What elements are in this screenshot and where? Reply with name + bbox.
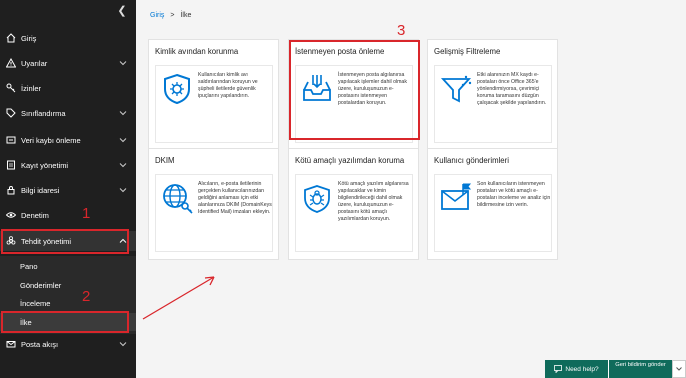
card-body: Etki alanınızın MX kaydı e-postaları önc… (434, 65, 552, 143)
chevron-down-icon (118, 108, 128, 118)
shield-icon (160, 72, 194, 106)
annotation-number-3: 3 (397, 22, 406, 39)
lock-icon (6, 185, 16, 195)
warning-icon (6, 58, 16, 68)
annotation-arrow (142, 276, 215, 320)
breadcrumb: Giriş > İlke (150, 12, 191, 19)
subnav-review[interactable]: İnceleme (0, 294, 136, 312)
card-title: Kimlik avından korunma (155, 47, 239, 56)
home-icon (6, 33, 16, 43)
nav-home[interactable]: Giriş (0, 28, 136, 48)
nav-label: Sınıflandırma (21, 108, 66, 118)
help-bar: Need help? Geri bildirim gönder (545, 360, 686, 378)
mail-flag-icon (439, 181, 473, 215)
key-icon (6, 83, 16, 93)
biohazard-icon (6, 236, 16, 246)
chevron-down-icon (118, 185, 128, 195)
card-title: Kötü amaçlı yazılımdan koruma (295, 156, 405, 165)
collapse-sidebar-button[interactable]: ❮ (114, 3, 130, 19)
breadcrumb-current: İlke (180, 12, 192, 19)
chevron-down-icon (676, 367, 682, 371)
dlp-icon (6, 135, 16, 145)
nav-label: Veri kaybı önleme (21, 135, 81, 145)
need-help-label: Need help? (565, 365, 599, 373)
nav-label: Denetim (21, 210, 49, 220)
nav-records[interactable]: Kayıt yönetimi (0, 155, 136, 175)
card-description: Kullanıcıları kimlik avı saldırılarından… (198, 72, 258, 99)
chat-icon (554, 365, 563, 373)
annotation-number-1: 1 (82, 205, 91, 222)
sidebar: ❮ Giriş Uyarılar İzinler Sınıflandırma V… (0, 0, 136, 378)
nav-label: Tehdit yönetimi (21, 236, 72, 246)
chevron-down-icon (118, 160, 128, 170)
nav-label: Uyarılar (21, 58, 48, 68)
card-title: Gelişmiş Filtreleme (434, 47, 501, 56)
nav-label: Giriş (21, 33, 37, 43)
nav-label: İzinler (21, 83, 42, 93)
card-dkim[interactable]: DKIM Alıcıların, e-posta iletilerinin ge… (148, 148, 279, 260)
chevron-down-icon (118, 58, 128, 68)
card-description: Kötü amaçlı yazılım algılanırsa yapılaca… (338, 181, 409, 222)
annotation-number-2: 2 (82, 288, 91, 305)
card-description: Son kullanıcıların istenmeyen postaları … (477, 181, 551, 208)
card-user-submissions[interactable]: Kullanıcı gönderimleri Son kullanıcıları… (427, 148, 558, 260)
nav-classification[interactable]: Sınıflandırma (0, 103, 136, 123)
need-help-button[interactable]: Need help? (545, 360, 608, 378)
records-icon (6, 160, 16, 170)
breadcrumb-home[interactable]: Giriş (150, 12, 164, 19)
card-enhanced-filtering[interactable]: Gelişmiş Filtreleme Etki alanınızın MX k… (427, 39, 558, 151)
nav-alerts[interactable]: Uyarılar (0, 53, 136, 73)
card-description: Alıcıların, e-posta iletilerinin gerçekt… (198, 181, 272, 215)
eye-icon (6, 210, 16, 220)
nav-permissions[interactable]: İzinler (0, 78, 136, 98)
chevron-down-icon (118, 339, 128, 349)
card-anti-spam[interactable]: İstenmeyen posta önleme İstenmeyen posta… (288, 39, 419, 151)
subnav-policy[interactable]: İlke (0, 313, 136, 331)
card-body: İstenmeyen posta algılanırsa yapılacak i… (295, 65, 413, 143)
card-body: Alıcıların, e-posta iletilerinin gerçekt… (155, 174, 273, 252)
card-anti-phishing[interactable]: Kimlik avından korunma Kullanıcıları kim… (148, 39, 279, 151)
nav-mail-flow[interactable]: Posta akışı (0, 334, 136, 354)
subnav-submissions[interactable]: Gönderimler (0, 276, 136, 294)
card-title: Kullanıcı gönderimleri (434, 156, 509, 165)
nav-threat-management[interactable]: Tehdit yönetimi (0, 231, 136, 251)
expand-help-button[interactable] (672, 360, 686, 378)
card-anti-malware[interactable]: Kötü amaçlı yazılımdan koruma Kötü amaçl… (288, 148, 419, 260)
mail-icon (6, 339, 16, 349)
bug-icon (300, 181, 334, 215)
chevron-up-icon (118, 236, 128, 246)
nav-label: Kayıt yönetimi (21, 160, 69, 170)
chevron-down-icon (118, 135, 128, 145)
card-title: İstenmeyen posta önleme (295, 47, 385, 56)
tag-icon (6, 108, 16, 118)
feedback-button[interactable]: Geri bildirim gönder (608, 360, 672, 378)
nav-audit[interactable]: Denetim (0, 205, 136, 225)
breadcrumb-separator: > (170, 12, 175, 19)
nav-label: Bilgi idaresi (21, 185, 60, 195)
nav-label: Posta akışı (21, 339, 59, 349)
card-title: DKIM (155, 156, 175, 165)
filter-icon (439, 72, 473, 106)
inbox-icon (300, 72, 334, 106)
subnav-dashboard[interactable]: Pano (0, 257, 136, 275)
nav-governance[interactable]: Bilgi idaresi (0, 180, 136, 200)
card-body: Kullanıcıları kimlik avı saldırılarından… (155, 65, 273, 143)
card-description: Etki alanınızın MX kaydı e-postaları önc… (477, 72, 547, 106)
nav-dlp[interactable]: Veri kaybı önleme (0, 130, 136, 150)
card-body: Kötü amaçlı yazılım algılanırsa yapılaca… (295, 174, 413, 252)
card-description: İstenmeyen posta algılanırsa yapılacak i… (338, 72, 407, 106)
globe-icon (160, 181, 194, 215)
card-body: Son kullanıcıların istenmeyen postaları … (434, 174, 552, 252)
